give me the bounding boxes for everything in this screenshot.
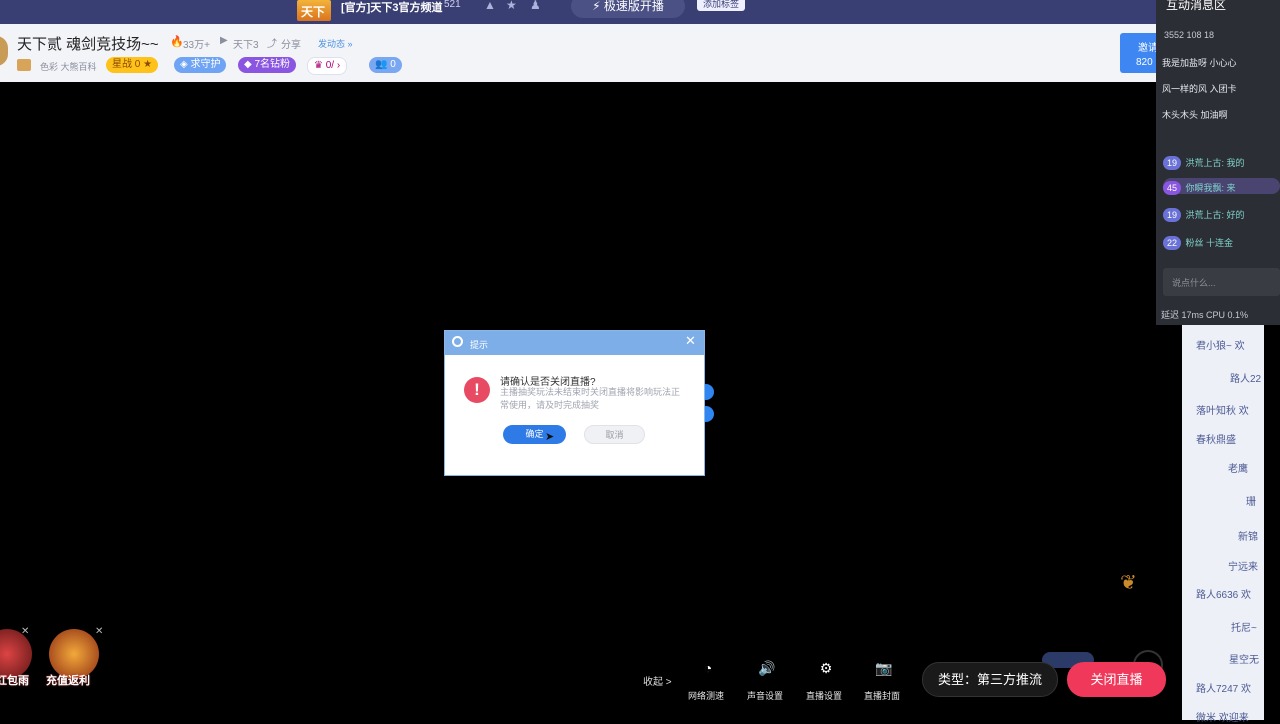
window-edge <box>1264 325 1280 720</box>
star-battle-count: 0 <box>134 59 141 70</box>
message-row: 45 你瞬我飘: 来 <box>1163 178 1280 195</box>
chat-row: 路人7247 欢 <box>1196 684 1252 695</box>
speedometer-icon[interactable]: ◔ <box>698 660 718 678</box>
invite-label: 邀请 <box>1138 43 1158 54</box>
warning-icon: ! <box>464 377 490 403</box>
live-cover-label[interactable]: 直播封面 <box>864 689 900 702</box>
play-icon: ▶ <box>220 35 228 46</box>
category-label: 色彩 大熊百科 <box>40 62 97 72</box>
crown-icon: ♛ <box>314 60 323 71</box>
network-test-label[interactable]: 网络测速 <box>688 689 724 702</box>
heat-count: 33万+ <box>183 40 210 51</box>
fast-start-button[interactable]: ⚡ 极速版开播 <box>571 0 685 18</box>
user-icon[interactable]: ♟ <box>530 0 541 12</box>
share-icon: ⤴ <box>267 39 277 50</box>
level-badge: 19 <box>1163 208 1182 222</box>
rank-badge[interactable]: 👥 0 <box>369 57 402 73</box>
people-icon: 👥 <box>375 59 388 70</box>
chat-row: 星空无 <box>1229 655 1259 666</box>
message-row: 19 洪荒上古: 好的 <box>1163 205 1244 223</box>
chat-row: 托尼~ <box>1231 623 1257 634</box>
chat-row: 珊 <box>1246 497 1256 508</box>
activity-label: 红包雨 <box>0 675 29 687</box>
message-input-placeholder: 说点什么... <box>1172 278 1216 288</box>
rank-count: 0 <box>390 59 396 70</box>
stream-type-pill[interactable]: 类型：第三方推流 <box>922 662 1058 697</box>
speaker-icon[interactable]: 🔊 <box>757 660 777 678</box>
confirm-button[interactable]: 确定 <box>503 425 566 444</box>
invite-button[interactable]: 邀请 820 <box>1120 33 1160 73</box>
message-row: 我是加盐呀 小心心 <box>1162 58 1237 68</box>
guard-label: 求守护 <box>190 59 221 70</box>
room-info-bar <box>0 24 1160 82</box>
star-battle-badge[interactable]: 星战 0 ★ <box>106 57 159 73</box>
live-settings-label[interactable]: 直播设置 <box>806 689 842 702</box>
guard-badge[interactable]: ◈ 求守护 <box>174 57 227 73</box>
diamond-icon: ◆ <box>244 59 252 70</box>
message-text: 粉丝 十连金 <box>1185 238 1233 248</box>
post-update-link[interactable]: 发动态 » <box>318 37 353 50</box>
message-text: 你瞬我飘: 来 <box>1185 183 1236 193</box>
camera-icon[interactable]: 📷 <box>874 660 894 678</box>
chat-row: 宁远来 <box>1228 562 1258 573</box>
fire-icon: 🔥 <box>170 36 184 48</box>
cancel-button[interactable]: 取消 <box>584 425 645 444</box>
message-row: 19 洪荒上古: 我的 <box>1163 153 1244 171</box>
close-icon[interactable]: ✕ <box>95 626 103 637</box>
shield-icon: ◈ <box>180 59 188 70</box>
invite-count: 820 <box>1136 57 1153 68</box>
collapse-button[interactable]: 收起 > <box>643 673 672 688</box>
share-link[interactable]: 分享 <box>281 36 301 51</box>
noble-badge[interactable]: ♛ 0/ › <box>307 57 348 75</box>
activity-label: 充值返利 <box>46 675 90 687</box>
dialog-sub-message: 主播抽奖玩法未结束时关闭直播将影响玩法正常使用，请及时完成抽奖 <box>500 387 681 410</box>
viewer-count: 521 <box>444 0 461 10</box>
chat-row: 新锦 <box>1238 532 1258 543</box>
channel-title[interactable]: [官方]天下3官方频道 <box>341 0 442 15</box>
close-icon[interactable]: ✕ <box>685 333 696 349</box>
message-text: 洪荒上古: 我的 <box>1185 158 1245 168</box>
star-icon: ★ <box>143 59 153 70</box>
chat-row: 微米 欢迎来 <box>1196 713 1249 724</box>
noble-label: 0/ <box>325 60 335 71</box>
close-icon[interactable]: ✕ <box>21 626 29 637</box>
chat-row: 老鹰 <box>1228 464 1248 475</box>
game-name[interactable]: 天下3 <box>233 36 259 51</box>
add-tag-button[interactable]: 添加标签 <box>697 0 746 11</box>
room-title[interactable]: 天下贰 魂剑竞技场~~ <box>17 33 159 54</box>
chat-row: 路人22 <box>1230 374 1262 385</box>
upgrade-icon[interactable]: ▲ <box>484 0 496 12</box>
fans-badge[interactable]: ◆ 7名钻粉 <box>238 57 297 73</box>
gear-icon[interactable]: ⚙ <box>816 660 836 678</box>
message-row: 22 粉丝 十连金 <box>1163 233 1233 251</box>
mouse-cursor-icon: ➤ <box>545 431 555 443</box>
status-line: 延迟 17ms CPU 0.1% <box>1161 310 1249 320</box>
message-row: 风一样的风 入团卡 <box>1162 84 1237 94</box>
anchor-level-icon <box>17 59 31 71</box>
star-icon[interactable]: ★ <box>506 0 517 12</box>
fans-label: 7名钻粉 <box>254 59 291 70</box>
level-badge: 19 <box>1163 156 1182 170</box>
message-panel-title: 互动消息区 <box>1166 0 1227 12</box>
chat-row: 落叶知秋 欢 <box>1196 406 1249 417</box>
chat-row: 春秋鼎盛 <box>1196 435 1236 446</box>
message-row: 木头木头 加油啊 <box>1162 110 1228 120</box>
chat-row: 君小狼~ 欢 <box>1196 341 1245 352</box>
level-badge: 22 <box>1163 236 1182 250</box>
message-stats: 3552 108 18 <box>1164 30 1215 40</box>
message-text: 洪荒上古: 好的 <box>1185 210 1245 220</box>
chevron-right-icon: › <box>336 60 341 71</box>
chat-row: 路人6636 欢 <box>1196 590 1252 601</box>
wing-icon[interactable]: ❦ <box>1120 570 1137 595</box>
dialog-title: 提示 <box>470 340 489 350</box>
close-live-button[interactable]: 关闭直播 <box>1067 662 1166 697</box>
audio-settings-label[interactable]: 声音设置 <box>747 689 783 702</box>
app-logo-icon <box>452 336 463 347</box>
star-battle-label: 星战 <box>112 59 132 70</box>
level-badge: 45 <box>1163 181 1182 195</box>
channel-logo-text: 天下 <box>301 5 326 19</box>
fast-start-label: 极速版开播 <box>603 0 664 13</box>
